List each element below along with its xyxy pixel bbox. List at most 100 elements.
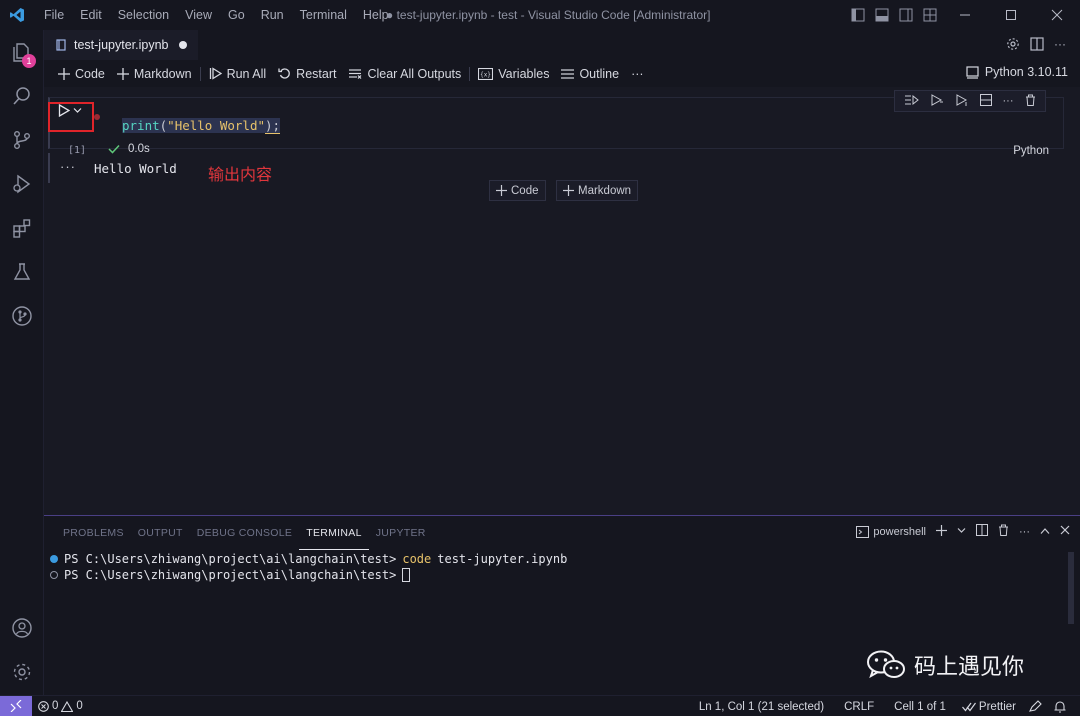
terminal-dropdown-chevron-icon[interactable] xyxy=(957,526,966,538)
plus-icon xyxy=(116,67,129,80)
explorer-icon[interactable]: 1 xyxy=(0,32,44,72)
menu-bar: File Edit Selection View Go Run Terminal… xyxy=(36,8,397,22)
title-bar: File Edit Selection View Go Run Terminal… xyxy=(0,0,1080,30)
extensions-icon[interactable] xyxy=(0,208,44,248)
menu-terminal[interactable]: Terminal xyxy=(292,8,355,22)
insert-markdown-label: Markdown xyxy=(578,184,632,197)
insert-code-cell-button[interactable]: Code xyxy=(489,180,546,201)
toolbar-divider xyxy=(469,66,471,81)
toggle-sidebar-icon[interactable] xyxy=(846,0,870,30)
command-success-dot-icon[interactable] xyxy=(50,555,58,563)
search-icon[interactable] xyxy=(0,76,44,116)
panel-more-icon[interactable]: ··· xyxy=(1019,526,1030,538)
testing-icon[interactable] xyxy=(0,252,44,292)
plus-icon xyxy=(496,185,507,196)
split-cell-icon[interactable] xyxy=(979,93,992,109)
cursor-position[interactable]: Ln 1, Col 1 (21 selected) xyxy=(693,701,830,713)
notifications-bell-icon[interactable] xyxy=(1048,700,1072,713)
customize-layout-icon[interactable] xyxy=(918,0,942,30)
tab-test-jupyter[interactable]: test-jupyter.ipynb xyxy=(44,30,198,60)
run-by-line-icon[interactable] xyxy=(904,94,919,109)
tab-jupyter[interactable]: JUPYTER xyxy=(369,516,433,550)
delete-cell-icon[interactable] xyxy=(1025,94,1036,109)
terminal-command: code xyxy=(402,552,432,566)
minimize-button[interactable] xyxy=(942,0,988,30)
output-more-button[interactable]: ··· xyxy=(60,159,76,174)
toolbar-divider xyxy=(199,66,201,81)
remote-indicator-icon[interactable] xyxy=(0,695,32,716)
cell-code[interactable]: print("Hello World"); xyxy=(122,118,281,134)
run-all-button[interactable]: Run All xyxy=(203,63,273,85)
plus-icon xyxy=(563,185,574,196)
run-cell-button[interactable] xyxy=(58,104,82,117)
feedback-icon[interactable] xyxy=(1022,700,1048,713)
maximize-button[interactable] xyxy=(988,0,1034,30)
restart-button[interactable]: Restart xyxy=(272,63,342,85)
split-terminal-icon[interactable] xyxy=(976,524,988,539)
menu-run[interactable]: Run xyxy=(253,8,292,22)
toolbar-more-button[interactable]: ··· xyxy=(625,63,650,85)
cell-more-icon[interactable]: ··· xyxy=(1003,95,1014,107)
clear-all-label: Clear All Outputs xyxy=(367,66,462,81)
more-actions-icon[interactable]: ··· xyxy=(1054,37,1066,54)
unsaved-dot-icon[interactable] xyxy=(178,41,187,49)
tab-terminal[interactable]: TERMINAL xyxy=(299,516,369,550)
terminal-shell-label: powershell xyxy=(873,525,926,538)
add-markdown-button[interactable]: Markdown xyxy=(111,63,198,85)
problems-status[interactable]: 0 0 xyxy=(32,700,89,712)
menu-go[interactable]: Go xyxy=(220,8,253,22)
variables-button[interactable]: {x} Variables xyxy=(472,63,555,85)
new-terminal-icon[interactable] xyxy=(936,524,947,539)
cell-indicator[interactable]: Cell 1 of 1 xyxy=(888,701,952,713)
tab-label: test-jupyter.ipynb xyxy=(74,38,169,52)
add-markdown-label: Markdown xyxy=(133,66,192,81)
settings-gear-icon[interactable] xyxy=(0,652,44,692)
terminal-instance[interactable]: powershell xyxy=(856,525,926,538)
menu-view[interactable]: View xyxy=(177,8,220,22)
terminal-cursor[interactable] xyxy=(402,568,411,582)
toggle-secondary-sidebar-icon[interactable] xyxy=(894,0,918,30)
outline-label: Outline xyxy=(579,66,620,81)
toolbar-more-label: ··· xyxy=(631,66,644,81)
split-editor-icon[interactable] xyxy=(1030,37,1044,54)
status-bar-right: Ln 1, Col 1 (21 selected) CRLF Cell 1 of… xyxy=(693,696,1072,716)
kernel-icon xyxy=(966,65,979,79)
terminal-scrollbar[interactable] xyxy=(1068,552,1074,624)
chevron-down-icon[interactable] xyxy=(73,106,82,115)
execute-above-icon[interactable] xyxy=(930,93,944,109)
git-graph-icon[interactable] xyxy=(0,296,44,336)
annotation-label: 输出内容 xyxy=(208,165,273,184)
tab-problems[interactable]: PROBLEMS xyxy=(56,516,131,550)
toggle-panel-icon[interactable] xyxy=(870,0,894,30)
window-controls xyxy=(846,0,1080,30)
menu-selection[interactable]: Selection xyxy=(110,8,177,22)
insert-markdown-cell-button[interactable]: Markdown xyxy=(556,180,639,201)
menu-file[interactable]: File xyxy=(36,8,72,22)
clear-all-outputs-button[interactable]: Clear All Outputs xyxy=(342,63,467,85)
end-of-line[interactable]: CRLF xyxy=(838,701,880,713)
tab-debug-console[interactable]: DEBUG CONSOLE xyxy=(190,516,300,550)
play-icon xyxy=(58,104,70,117)
outline-button[interactable]: Outline xyxy=(555,63,625,85)
run-debug-icon[interactable] xyxy=(0,164,44,204)
cell-language[interactable]: Python xyxy=(1013,145,1049,157)
check-icon xyxy=(108,144,120,154)
close-panel-icon[interactable] xyxy=(1060,525,1070,538)
accounts-icon[interactable] xyxy=(0,608,44,648)
close-button[interactable] xyxy=(1034,0,1080,30)
add-code-label: Code xyxy=(75,66,105,81)
kill-terminal-icon[interactable] xyxy=(998,524,1009,539)
maximize-panel-icon[interactable] xyxy=(1040,526,1050,538)
cell-breakpoint-icon[interactable] xyxy=(94,114,100,120)
source-control-icon[interactable] xyxy=(0,120,44,160)
prettier-status[interactable]: Prettier xyxy=(956,701,1022,713)
execute-below-icon[interactable] xyxy=(955,93,969,109)
code-paren-close: ); xyxy=(265,118,281,134)
notebook-settings-icon[interactable] xyxy=(1006,37,1020,54)
add-code-button[interactable]: Code xyxy=(52,63,111,85)
tab-output[interactable]: OUTPUT xyxy=(131,516,190,550)
command-pending-dot-icon[interactable] xyxy=(50,571,58,579)
menu-edit[interactable]: Edit xyxy=(72,8,110,22)
code-cell[interactable]: print("Hello World"); [1] 0.0s Python ··… xyxy=(48,90,1064,157)
kernel-picker[interactable]: Python 3.10.11 xyxy=(966,65,1068,79)
